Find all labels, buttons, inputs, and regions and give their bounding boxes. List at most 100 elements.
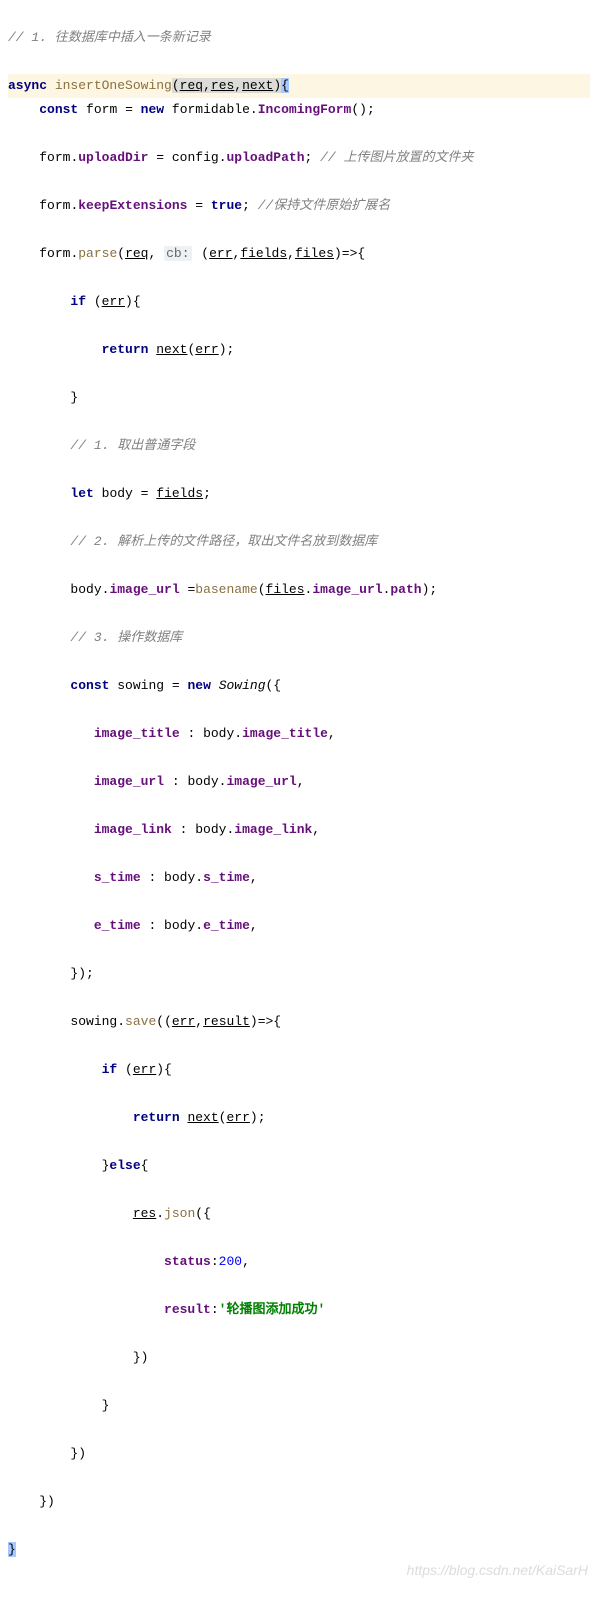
ref: err — [133, 1062, 156, 1077]
prop: image_url — [226, 774, 296, 789]
code-line: if (err){ — [8, 1058, 590, 1082]
keyword-let: let — [70, 486, 93, 501]
code-line: // 1. 往数据库中插入一条新记录 — [8, 26, 590, 50]
ref: body — [164, 870, 195, 885]
method: save — [125, 1014, 156, 1029]
param-req: req — [180, 78, 203, 93]
param-fields: fields — [240, 246, 287, 261]
code-line: form.parse(req, cb: (err,fields,files)=>… — [8, 242, 590, 266]
string: '轮播图添加成功' — [219, 1302, 326, 1317]
ref: files — [266, 582, 305, 597]
ref: config — [172, 150, 219, 165]
prop: s_time — [94, 870, 141, 885]
code-line: s_time : body.s_time, — [8, 866, 590, 890]
fn-call: basename — [195, 582, 257, 597]
code-line: sowing.save((err,result)=>{ — [8, 1010, 590, 1034]
keyword-else: else — [109, 1158, 140, 1173]
code-line: let body = fields; — [8, 482, 590, 506]
ref: err — [195, 342, 218, 357]
param-result: result — [203, 1014, 250, 1029]
code-line: const sowing = new Sowing({ — [8, 674, 590, 698]
code-line: form.uploadDir = config.uploadPath; // 上… — [8, 146, 590, 170]
prop: status — [164, 1254, 211, 1269]
code-line: } — [8, 1394, 590, 1418]
ref: body — [195, 822, 226, 837]
keyword-new: new — [187, 678, 210, 693]
prop: image_link — [94, 822, 172, 837]
ref: form — [39, 246, 70, 261]
code-line: e_time : body.e_time, — [8, 914, 590, 938]
comment: // 1. 往数据库中插入一条新记录 — [8, 30, 211, 45]
var: form — [86, 102, 117, 117]
keyword-const: const — [39, 102, 78, 117]
param-res: res — [211, 78, 234, 93]
ref: err — [102, 294, 125, 309]
param-err: err — [209, 246, 232, 261]
code-line-highlighted: async insertOneSowing(req,res,next){ — [8, 74, 590, 98]
method: IncomingForm — [258, 102, 352, 117]
code-line: status:200, — [8, 1250, 590, 1274]
prop: keepExtensions — [78, 198, 187, 213]
prop: uploadPath — [227, 150, 305, 165]
prop: result — [164, 1302, 211, 1317]
ref: body — [164, 918, 195, 933]
code-line: // 2. 解析上传的文件路径，取出文件名放到数据库 — [8, 530, 590, 554]
ref: body — [203, 726, 234, 741]
comment: // 1. 取出普通字段 — [70, 438, 195, 453]
prop: image_title — [242, 726, 328, 741]
param-files: files — [295, 246, 334, 261]
keyword-true: true — [211, 198, 242, 213]
ref: formidable — [172, 102, 250, 117]
keyword-const: const — [70, 678, 109, 693]
number: 200 — [219, 1254, 242, 1269]
code-line: return next(err); — [8, 1106, 590, 1130]
code-line: // 3. 操作数据库 — [8, 626, 590, 650]
ref: form — [39, 150, 70, 165]
param-next: next — [242, 78, 273, 93]
code-line: res.json({ — [8, 1202, 590, 1226]
prop: image_link — [234, 822, 312, 837]
comment: // 上传图片放置的文件夹 — [320, 150, 473, 165]
keyword-return: return — [102, 342, 149, 357]
code-block: // 1. 往数据库中插入一条新记录 async insertOneSowing… — [0, 0, 598, 1612]
var: body — [102, 486, 133, 501]
keyword-async: async — [8, 78, 47, 93]
function-name: insertOneSowing — [55, 78, 172, 93]
code-line: if (err){ — [8, 290, 590, 314]
code-line: }else{ — [8, 1154, 590, 1178]
class-name: Sowing — [219, 678, 266, 693]
code-line: const form = new formidable.IncomingForm… — [8, 98, 590, 122]
prop: e_time — [203, 918, 250, 933]
ref: res — [133, 1206, 156, 1221]
code-line: body.image_url =basename(files.image_url… — [8, 578, 590, 602]
prop: path — [390, 582, 421, 597]
code-line: // 1. 取出普通字段 — [8, 434, 590, 458]
ref: form — [39, 198, 70, 213]
prop: image_title — [94, 726, 180, 741]
prop: e_time — [94, 918, 141, 933]
prop: uploadDir — [78, 150, 148, 165]
comment: // 3. 操作数据库 — [70, 630, 182, 645]
keyword-if: if — [102, 1062, 118, 1077]
code-line: image_url : body.image_url, — [8, 770, 590, 794]
ref: sowing — [70, 1014, 117, 1029]
ref: body — [70, 582, 101, 597]
comment: // 2. 解析上传的文件路径，取出文件名放到数据库 — [70, 534, 377, 549]
hint-cb: cb: — [164, 246, 191, 261]
var: sowing — [117, 678, 164, 693]
code-line: }) — [8, 1346, 590, 1370]
comment: //保持文件原始扩展名 — [258, 198, 391, 213]
code-line: }) — [8, 1442, 590, 1466]
code-line: return next(err); — [8, 338, 590, 362]
code-line: result:'轮播图添加成功' — [8, 1298, 590, 1322]
code-line: }); — [8, 962, 590, 986]
prop: s_time — [203, 870, 250, 885]
ref: fields — [156, 486, 203, 501]
prop: image_url — [312, 582, 382, 597]
keyword-new: new — [141, 102, 164, 117]
keyword-return: return — [133, 1110, 180, 1125]
prop: image_url — [94, 774, 164, 789]
code-line: }) — [8, 1490, 590, 1514]
ref: next — [187, 1110, 218, 1125]
code-line: } — [8, 386, 590, 410]
